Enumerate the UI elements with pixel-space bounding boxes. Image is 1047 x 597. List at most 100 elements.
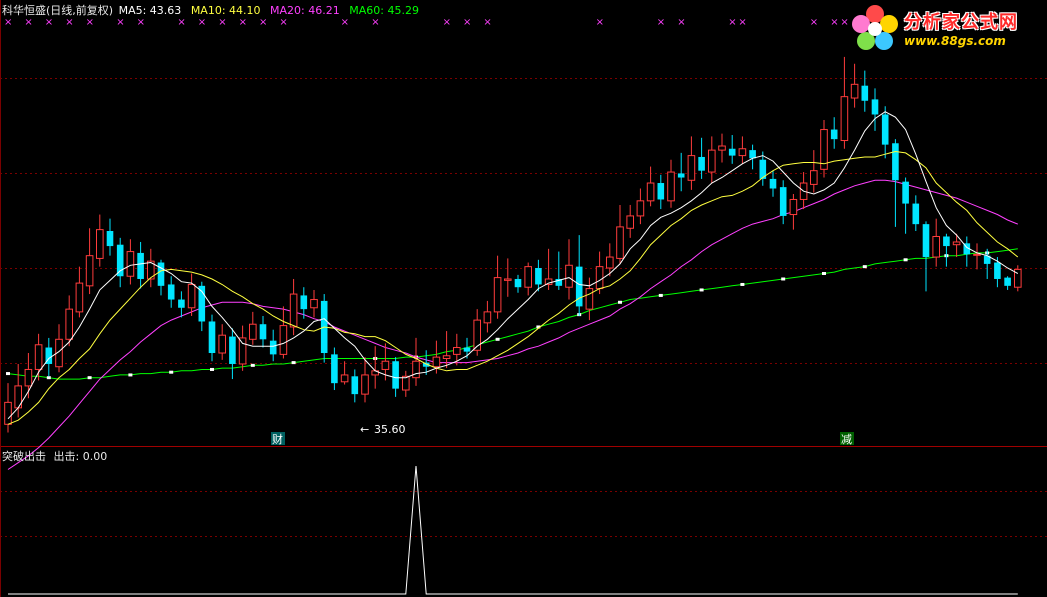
candle <box>524 262 533 296</box>
candle-body-up <box>840 96 849 142</box>
signal-x-mark: × <box>810 17 818 28</box>
candle <box>402 370 410 397</box>
candle-body-down <box>116 244 124 277</box>
low-price-arrow: ← <box>360 423 369 436</box>
candle-body-up <box>432 356 441 368</box>
signal-x-mark: × <box>657 17 665 28</box>
candle-body-up <box>340 374 349 383</box>
candle <box>912 195 920 231</box>
candle <box>738 136 747 164</box>
candle <box>351 369 359 403</box>
signal-x-mark: × <box>738 17 746 28</box>
candle-body-up <box>483 311 492 324</box>
candle-body-down <box>830 129 838 140</box>
indicator-value: 出击: 0.00 <box>53 450 108 463</box>
candle <box>1004 276 1011 290</box>
signal-x-mark: × <box>65 17 73 28</box>
ma60-point <box>781 277 786 281</box>
candle-body-down <box>575 266 583 307</box>
signal-x-mark: × <box>24 17 32 28</box>
candle-body-up <box>34 344 43 370</box>
event-marker-jian[interactable]: 减 <box>840 432 854 446</box>
candle-body-down <box>259 324 267 340</box>
candle <box>667 159 675 208</box>
candle-body-down <box>137 252 144 279</box>
candle-body-down <box>779 187 787 216</box>
signal-x-mark: × <box>198 17 206 28</box>
candle-body-down <box>514 278 522 288</box>
candle-body-up <box>493 277 502 313</box>
candle <box>820 119 828 178</box>
candle-body-up <box>738 148 747 157</box>
ma20-polyline <box>7 179 1018 470</box>
ma60-point <box>822 271 826 275</box>
candle <box>361 357 369 403</box>
signal-x-mark: × <box>371 17 379 28</box>
candle <box>229 328 236 380</box>
candle <box>646 166 655 207</box>
ma60-point <box>46 376 51 380</box>
ma60-point <box>495 337 500 341</box>
signal-x-mark: × <box>830 17 838 28</box>
signal-x-mark: × <box>728 17 736 28</box>
candle-body-down <box>881 114 889 145</box>
candle-body-up <box>279 325 288 355</box>
ma10-line <box>7 150 1019 425</box>
candle-body-up <box>524 266 533 288</box>
candle-body-down <box>331 354 338 384</box>
candle <box>585 277 594 321</box>
candle <box>779 180 787 225</box>
candle-body-down <box>167 284 175 300</box>
candle <box>708 136 716 184</box>
candle <box>137 241 144 289</box>
signal-x-mark: × <box>239 17 247 28</box>
candles <box>4 56 1022 433</box>
candle-body-up <box>626 215 635 229</box>
event-marker-cai[interactable]: 财 <box>271 432 285 446</box>
ma60-point <box>903 258 908 262</box>
signal-marks-row: ××××××××××××××××××××××××××× <box>4 17 879 28</box>
candle-body-down <box>1004 277 1011 286</box>
candle <box>902 177 909 234</box>
candle-body-up <box>381 360 390 370</box>
low-price-annotation: ← 35.60 <box>360 423 406 436</box>
signal-x-mark: × <box>137 17 145 28</box>
candle <box>279 306 288 359</box>
signal-x-mark: × <box>45 17 53 28</box>
candle <box>96 214 104 267</box>
candle <box>504 258 512 297</box>
ma5-legend: MA5: 43.63 <box>118 4 182 17</box>
candle-body-up <box>4 401 12 425</box>
signal-x-mark: × <box>596 17 604 28</box>
candle-body-down <box>657 183 665 200</box>
candle <box>340 361 349 385</box>
candle-body-up <box>606 256 614 269</box>
signal-x-mark: × <box>463 17 471 28</box>
ma20-legend: MA20: 46.21 <box>270 4 340 17</box>
candle <box>55 324 63 373</box>
candle-body-up <box>810 170 818 185</box>
candle <box>932 218 941 267</box>
candle-body-up <box>973 253 981 256</box>
candle-body-up <box>952 241 961 246</box>
candle <box>249 311 257 345</box>
candle <box>514 274 522 293</box>
candle <box>371 346 379 389</box>
candle <box>178 291 185 318</box>
candle-body-up <box>850 83 859 99</box>
watermark-logo: 分析家公式网 www.88gs.com <box>848 2 1044 54</box>
candle-body-down <box>994 262 1001 279</box>
candle-body-down <box>106 231 114 247</box>
candle-body-down <box>208 321 216 354</box>
watermark-site-name: 分析家公式网 <box>904 12 1018 33</box>
candle-body-up <box>504 278 512 281</box>
candle-body-down <box>728 148 736 156</box>
candle-body-down <box>392 361 399 389</box>
candle <box>565 239 573 300</box>
candle <box>789 193 798 230</box>
candle <box>555 251 563 290</box>
ma60-point <box>128 373 133 377</box>
stock-title: 科华恒盛(日线,前复权) <box>2 4 114 17</box>
ma60-point <box>169 370 174 374</box>
candle-body-up <box>96 229 104 259</box>
